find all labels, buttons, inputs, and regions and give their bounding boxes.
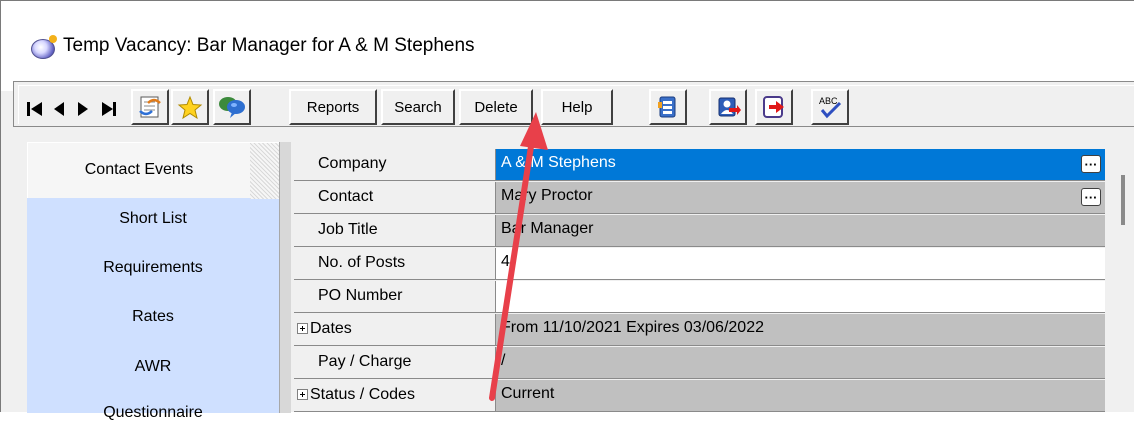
exit-arrow-icon — [763, 96, 784, 118]
spell-check-icon: ABC — [819, 96, 842, 119]
field-label: No. of Posts — [318, 254, 406, 271]
field-label: Pay / Charge — [318, 353, 412, 370]
dates-field[interactable]: From 11/10/2021 Expires 03/06/2022 — [495, 314, 1105, 346]
favourite-button[interactable] — [171, 89, 209, 125]
svg-text:ABC: ABC — [819, 96, 838, 106]
status-codes-field[interactable]: Current — [495, 380, 1105, 412]
next-record-icon[interactable] — [77, 101, 89, 117]
field-value: / — [501, 352, 506, 369]
contact-field[interactable]: Mary Proctor ··· — [495, 182, 1105, 214]
field-row-contact: Contact Mary Proctor ··· — [294, 182, 1105, 215]
reports-button[interactable]: Reports — [289, 89, 377, 125]
spell-check-button[interactable]: ABC — [811, 89, 849, 125]
company-lookup-button[interactable]: ··· — [1081, 155, 1101, 173]
field-value: Bar Manager — [501, 220, 594, 237]
speech-bubbles-icon — [219, 97, 245, 118]
toolbar: Reports Search Delete Help ABC — [13, 81, 1134, 127]
field-value: From 11/10/2021 Expires 03/06/2022 — [501, 319, 764, 336]
person-arrow-icon — [718, 97, 741, 117]
splitter[interactable] — [279, 142, 291, 413]
last-record-icon[interactable] — [101, 101, 117, 117]
chat-button[interactable] — [213, 89, 251, 125]
pay-charge-field[interactable]: / — [495, 347, 1105, 379]
field-row-no-of-posts: No. of Posts 4 — [294, 248, 1105, 281]
sidebar-item-awr[interactable]: AWR — [27, 358, 279, 376]
delete-button[interactable]: Delete — [459, 89, 533, 125]
field-label: Dates — [310, 320, 352, 337]
expand-icon[interactable] — [297, 389, 308, 400]
field-label: Company — [318, 155, 387, 172]
title-bar: Temp Vacancy: Bar Manager for A & M Step… — [1, 1, 1134, 91]
company-field[interactable]: A & M Stephens ··· — [495, 149, 1105, 181]
field-value: Mary Proctor — [501, 187, 593, 204]
field-row-job-title: Job Title Bar Manager — [294, 215, 1105, 248]
window-title: Temp Vacancy: Bar Manager for A & M Step… — [63, 35, 475, 56]
sidebar-item-rates[interactable]: Rates — [27, 308, 279, 326]
app-icon-badge — [49, 35, 57, 43]
contact-lookup-button[interactable]: ··· — [1081, 188, 1101, 206]
po-number-field[interactable] — [495, 281, 1105, 313]
exit-button[interactable] — [755, 89, 793, 125]
field-value: 4 — [501, 253, 510, 270]
sidebar-item-requirements[interactable]: Requirements — [27, 259, 279, 277]
search-button[interactable]: Search — [381, 89, 455, 125]
star-icon — [177, 95, 203, 119]
sidebar-item-label: Contact Events — [84, 161, 194, 178]
field-row-po-number: PO Number — [294, 281, 1105, 314]
field-row-company: Company A & M Stephens ··· — [294, 149, 1105, 182]
sidebar-item-questionnaire[interactable]: Questionnaire — [27, 404, 279, 422]
sidebar-item-contact-events[interactable]: Contact Events — [27, 142, 280, 199]
field-label: Status / Codes — [310, 386, 415, 403]
field-label: Contact — [318, 188, 374, 205]
document-sync-icon — [139, 96, 161, 118]
scrollbar-thumb[interactable] — [1121, 175, 1125, 225]
field-grid: Company A & M Stephens ··· Contact Mary … — [294, 149, 1105, 413]
field-value: A & M Stephens — [501, 154, 616, 171]
previous-record-icon[interactable] — [53, 101, 65, 117]
database-icon — [658, 96, 676, 118]
person-export-button[interactable] — [709, 89, 747, 125]
first-record-icon[interactable] — [27, 101, 43, 117]
help-button[interactable]: Help — [541, 89, 613, 125]
field-value: Current — [501, 385, 555, 402]
sidebar-item-short-list[interactable]: Short List — [27, 210, 279, 228]
field-label: Job Title — [318, 221, 378, 238]
field-row-pay-charge: Pay / Charge / — [294, 347, 1105, 380]
job-title-field[interactable]: Bar Manager — [495, 215, 1105, 247]
database-button[interactable] — [649, 89, 687, 125]
field-row-dates: Dates From 11/10/2021 Expires 03/06/2022 — [294, 314, 1105, 347]
sidebar: Contact Events Short List Requirements R… — [27, 142, 280, 421]
field-row-status-codes: Status / Codes Current — [294, 380, 1105, 413]
app-window: Temp Vacancy: Bar Manager for A & M Step… — [0, 0, 1134, 421]
refresh-button[interactable] — [131, 89, 169, 125]
expand-icon[interactable] — [297, 323, 308, 334]
field-label: PO Number — [318, 287, 403, 304]
no-of-posts-field[interactable]: 4 — [495, 248, 1105, 280]
